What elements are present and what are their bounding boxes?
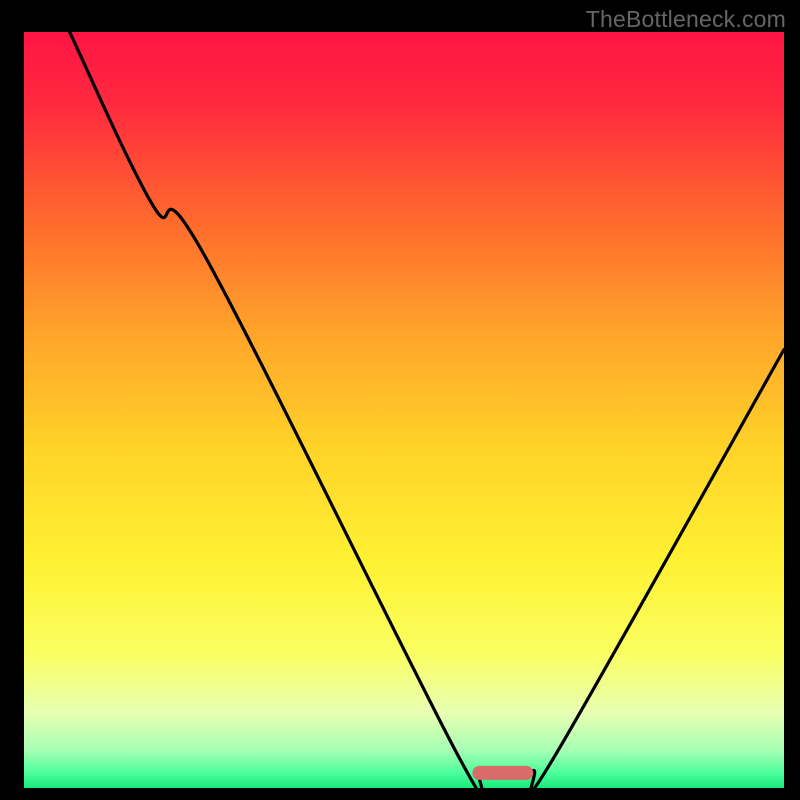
bottleneck-chart [0, 0, 800, 800]
chart-frame: TheBottleneck.com [0, 0, 800, 800]
plot-background [24, 32, 784, 788]
watermark-text: TheBottleneck.com [586, 6, 786, 33]
optimal-marker [472, 766, 533, 780]
